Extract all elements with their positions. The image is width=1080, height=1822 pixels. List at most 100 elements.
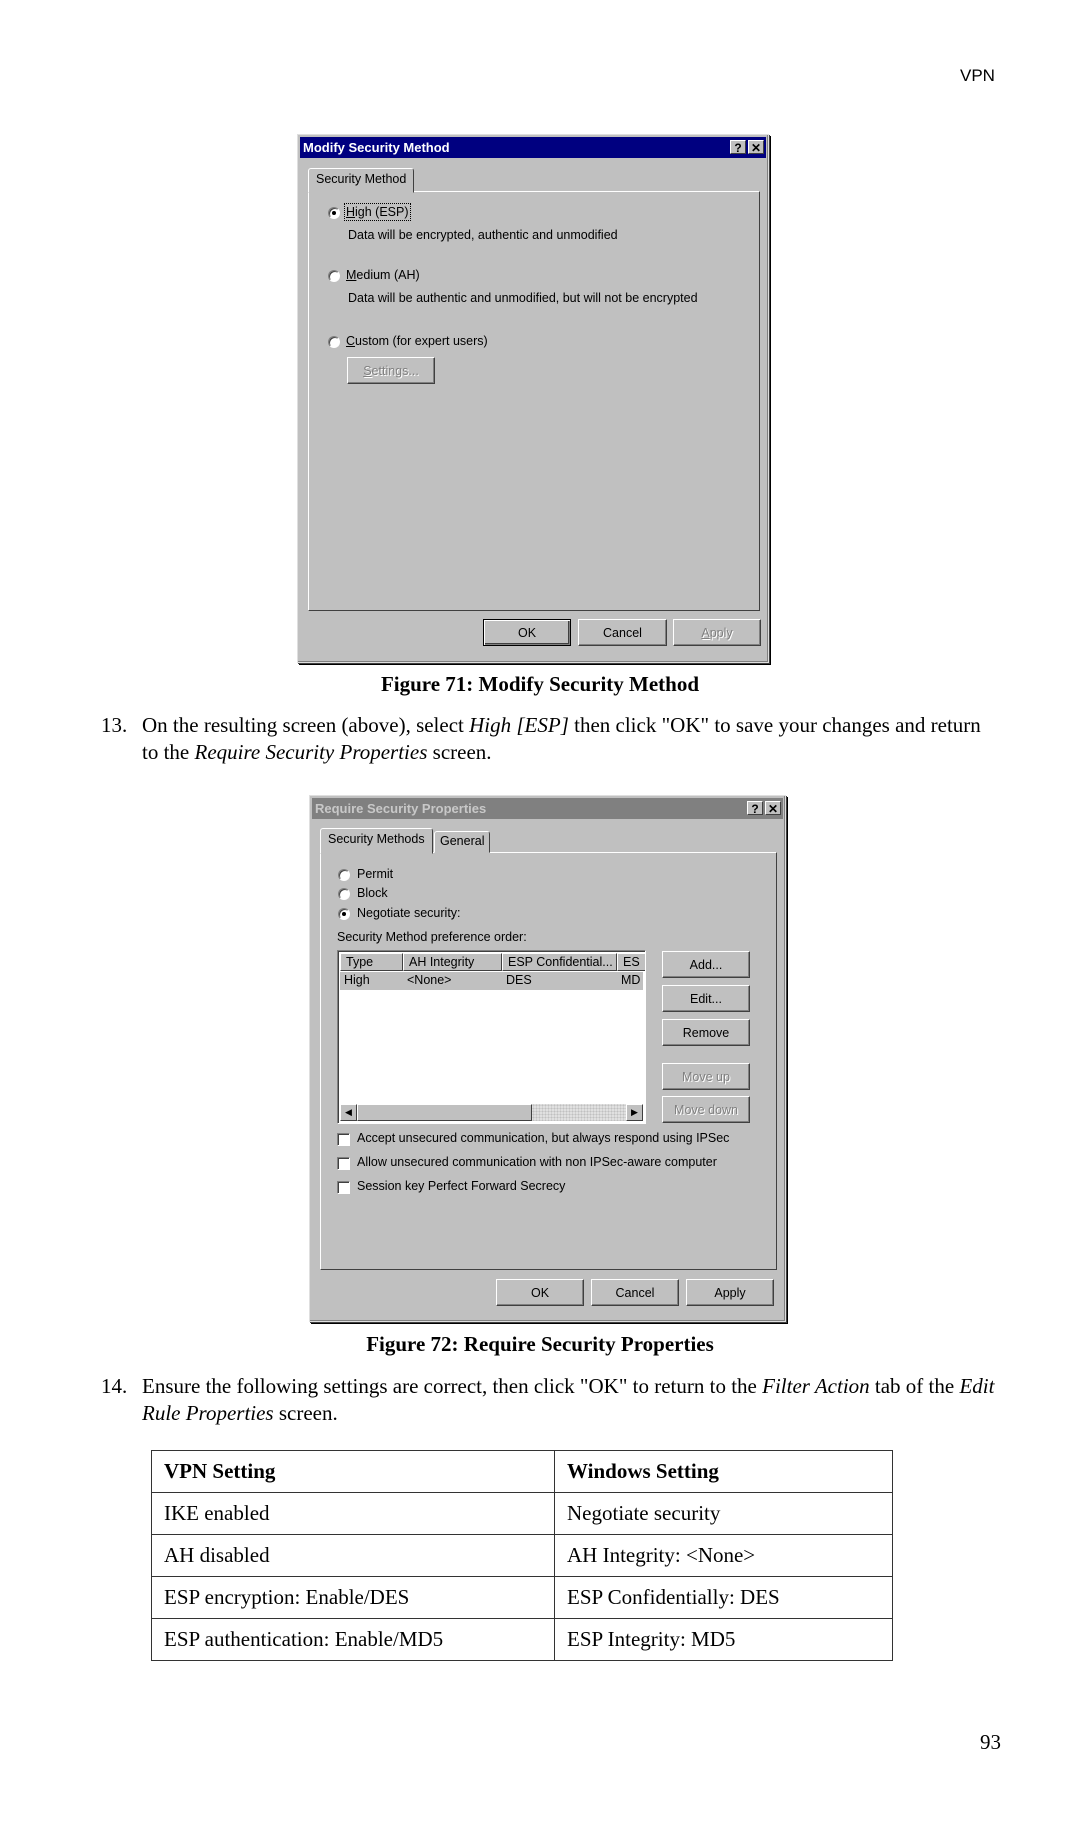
figure-72-caption: Figure 72: Require Security Properties [366,1332,714,1356]
column-header-esp-integrity[interactable]: ES [617,953,645,971]
emphasis-filter-action: Filter Action [762,1374,870,1398]
radio-permit-label[interactable]: Permit [357,867,393,881]
dialog-title: Modify Security Method [303,140,450,155]
medium-ah-description: Data will be authentic and unmodified, b… [348,291,698,305]
cell-ah-integrity: <None> [407,973,452,987]
apply-text: pply [709,625,733,640]
emphasis-require-security-properties: Require Security Properties [194,740,428,764]
text: On the resulting screen (above), select [142,713,470,737]
scrollbar-thumb[interactable] [357,1104,532,1121]
cancel-button[interactable]: Cancel [591,1279,679,1306]
windows-setting-cell: Negotiate security [554,1492,893,1535]
table-row: IKE enabled Negotiate security [151,1492,893,1535]
vpn-setting-cell: IKE enabled [151,1492,555,1535]
radio-high-esp[interactable] [328,207,340,219]
tab-general[interactable]: General [434,831,491,853]
settings-text: ettings... [371,363,419,378]
radio-negotiate-security-label[interactable]: Negotiate security: [357,906,461,920]
windows-setting-cell: ESP Integrity: MD5 [554,1618,893,1661]
header-windows-setting: Windows Setting [554,1450,893,1493]
close-icon[interactable]: ✕ [765,801,781,816]
preference-order-label: Security Method preference order: [337,930,527,944]
settings-button[interactable]: Settings... [347,357,435,384]
text: screen. [427,740,492,764]
scroll-left-icon[interactable]: ◀ [340,1104,357,1121]
move-down-button[interactable]: Move down [662,1096,750,1123]
checkbox-accept-unsecured[interactable] [337,1133,350,1146]
radio-high-esp-label[interactable]: High (ESP) [344,203,411,221]
running-header: VPN [960,66,995,85]
require-security-properties-dialog: Require Security Properties ? ✕ Security… [309,795,786,1322]
settings-table: VPN Setting Windows Setting IKE enabled … [151,1450,893,1661]
dialog-title: Require Security Properties [315,801,487,816]
figure-71-caption: Figure 71: Modify Security Method [380,672,700,696]
radio-medium-ah[interactable] [328,270,340,282]
apply-button[interactable]: Apply [686,1279,774,1306]
radio-block-label[interactable]: Block [357,886,388,900]
checkbox-pfs-label[interactable]: Session key Perfect Forward Secrecy [357,1179,565,1193]
ok-button[interactable]: OK [483,619,571,646]
dialog-titlebar[interactable]: Modify Security Method ? ✕ [300,137,766,158]
page-number: 93 [980,1730,1001,1754]
table-row: AH disabled AH Integrity: <None> [151,1534,893,1577]
list-row[interactable]: High <None> DES MD [340,972,643,990]
vpn-setting-cell: AH disabled [151,1534,555,1577]
radio-custom-label[interactable]: Custom (for expert users) [346,334,488,348]
checkbox-accept-unsecured-label[interactable]: Accept unsecured communication, but alwa… [357,1131,729,1145]
windows-setting-cell: AH Integrity: <None> [554,1534,893,1577]
cancel-button[interactable]: Cancel [578,619,667,646]
remove-button[interactable]: Remove [662,1019,750,1046]
vpn-setting-cell: ESP authentication: Enable/MD5 [151,1618,555,1661]
table-row: ESP encryption: Enable/DES ESP Confident… [151,1576,893,1619]
horizontal-scrollbar[interactable]: ◀ ▶ [340,1104,643,1121]
cell-esp-integrity: MD [621,973,641,987]
checkbox-pfs[interactable] [337,1181,350,1194]
table-row: ESP authentication: Enable/MD5 ESP Integ… [151,1618,893,1661]
step-14: 14. Ensure the following settings are co… [101,1373,1011,1429]
close-icon[interactable]: ✕ [748,140,764,155]
checkbox-allow-unsecured-label[interactable]: Allow unsecured communication with non I… [357,1155,717,1169]
text: tab of the [869,1374,960,1398]
emphasis-high-esp: High [ESP] [469,713,569,737]
add-button[interactable]: Add... [662,951,750,978]
column-header-ah-integrity[interactable]: AH Integrity [403,953,502,971]
column-header-esp-confidentiality[interactable]: ESP Confidential... [502,953,617,971]
help-icon[interactable]: ? [747,801,763,816]
modify-security-method-dialog: Modify Security Method ? ✕ Security Meth… [297,134,769,663]
windows-setting-cell: ESP Confidentially: DES [554,1576,893,1619]
help-icon[interactable]: ? [730,140,746,155]
ok-button[interactable]: OK [496,1279,584,1306]
vpn-setting-cell: ESP encryption: Enable/DES [151,1576,555,1619]
custom-text: ustom (for expert users) [355,334,488,348]
medium-ah-text: edium (AH) [356,268,420,282]
radio-block[interactable] [338,888,350,900]
cell-esp-confidentiality: DES [506,973,532,987]
cell-type: High [344,973,370,987]
edit-button[interactable]: Edit... [662,985,750,1012]
step-14-number: 14. [101,1374,128,1398]
step-14-text: Ensure the following settings are correc… [142,1373,1012,1427]
step-13: 13. On the resulting screen (above), sel… [101,712,1001,768]
checkbox-allow-unsecured[interactable] [337,1157,350,1170]
tab-panel [308,191,760,611]
column-header-type[interactable]: Type [340,953,403,971]
step-13-number: 13. [101,713,128,737]
radio-medium-ah-label[interactable]: Medium (AH) [346,268,420,282]
move-up-button[interactable]: Move up [662,1063,750,1090]
apply-button[interactable]: Apply [673,619,761,646]
radio-custom[interactable] [328,336,340,348]
text: Ensure the following settings are correc… [142,1374,763,1398]
dialog-titlebar[interactable]: Require Security Properties ? ✕ [312,798,783,819]
high-esp-description: Data will be encrypted, authentic and un… [348,228,618,242]
tab-security-method[interactable]: Security Method [308,168,415,193]
header-vpn-setting: VPN Setting [151,1450,555,1493]
security-methods-list[interactable]: Type AH Integrity ESP Confidential... ES… [337,950,646,1124]
text: screen. [273,1401,338,1425]
radio-permit[interactable] [338,869,350,881]
scroll-right-icon[interactable]: ▶ [626,1104,643,1121]
high-esp-text: igh (ESP) [355,205,409,219]
tab-security-methods[interactable]: Security Methods [320,828,433,854]
radio-negotiate-security[interactable] [338,908,350,920]
step-13-text: On the resulting screen (above), select … [142,712,992,766]
table-header-row: VPN Setting Windows Setting [151,1450,893,1493]
